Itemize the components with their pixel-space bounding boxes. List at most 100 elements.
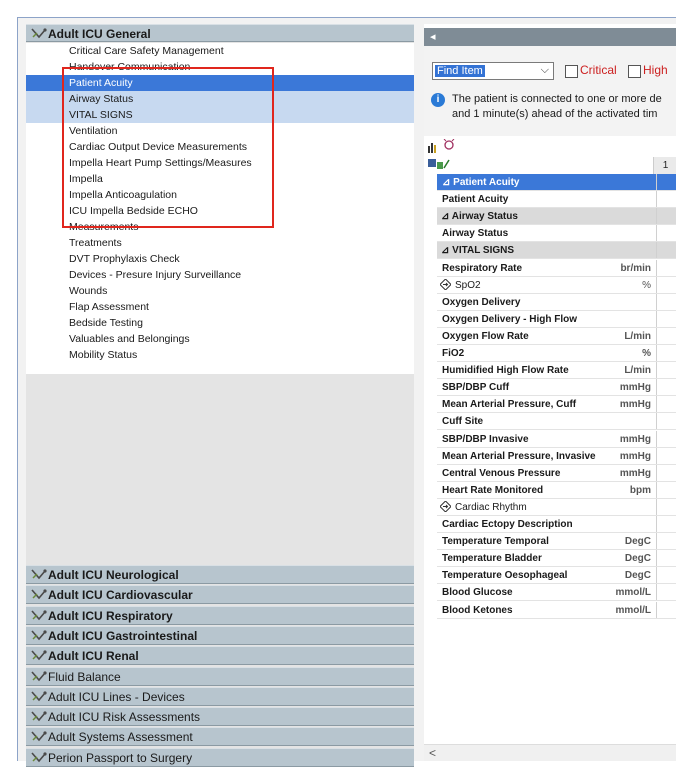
grid-row[interactable]: Cardiac Ectopy Description xyxy=(437,516,676,533)
stethoscope-icon xyxy=(31,629,47,642)
row-label: Oxygen Flow Rate xyxy=(442,330,529,342)
scroll-left-icon[interactable]: ◂ xyxy=(430,30,436,43)
result-cell[interactable] xyxy=(656,225,676,242)
result-cell[interactable] xyxy=(656,259,676,276)
grid-tools-icon[interactable] xyxy=(427,156,457,170)
grid-row[interactable]: SpO2% xyxy=(437,276,676,294)
grid-row[interactable]: Mean Arterial Pressure, Cuff mmHg xyxy=(437,396,676,414)
result-cell[interactable] xyxy=(656,601,676,618)
grid-row[interactable]: Cardiac Rhythm xyxy=(437,498,676,516)
band-item[interactable]: Valuables and Belongings xyxy=(26,331,414,347)
result-cell[interactable] xyxy=(656,208,676,225)
band-item[interactable]: Treatments xyxy=(26,235,414,251)
section-adult-icu-general[interactable]: Adult ICU General xyxy=(26,24,414,42)
result-cell[interactable] xyxy=(656,362,676,379)
section-header[interactable]: Adult ICU Gastrointestinal xyxy=(26,625,414,645)
row-label: Temperature Oesophageal xyxy=(442,570,568,582)
band-item-label: Mobility Status xyxy=(69,349,138,361)
result-cell[interactable] xyxy=(656,481,676,498)
grid-row[interactable]: Blood Ketones mmol/L xyxy=(437,601,676,619)
alert-icon[interactable] xyxy=(442,138,456,150)
band-item[interactable]: Mobility Status xyxy=(26,347,414,363)
grid-group-row[interactable]: ⊿ Airway Status xyxy=(437,208,676,226)
column-header-time[interactable]: 1 xyxy=(653,157,676,174)
stethoscope-icon xyxy=(31,690,47,703)
section-header[interactable]: Adult ICU Cardiovascular xyxy=(26,585,414,605)
section-header[interactable]: Adult ICU Neurological xyxy=(26,565,414,584)
result-cell[interactable] xyxy=(656,533,676,550)
section-header[interactable]: Adult ICU Risk Assessments xyxy=(26,707,414,727)
band-item[interactable]: Devices - Presure Injury Surveillance xyxy=(26,267,414,283)
row-unit: L/min xyxy=(624,365,651,377)
scroll-left-arrow-icon[interactable]: < xyxy=(429,745,436,761)
section-header[interactable]: Fluid Balance xyxy=(26,666,414,686)
result-cell[interactable] xyxy=(656,191,676,208)
result-cell[interactable] xyxy=(656,447,676,464)
stethoscope-icon xyxy=(31,649,47,662)
result-cell[interactable] xyxy=(656,550,676,567)
result-cell[interactable] xyxy=(656,516,676,532)
result-cell[interactable] xyxy=(656,567,676,584)
band-item[interactable]: Bedside Testing xyxy=(26,315,414,331)
row-unit: DegC xyxy=(624,553,651,565)
result-cell[interactable] xyxy=(656,276,676,293)
result-cell[interactable] xyxy=(656,174,676,190)
grid-row[interactable]: ⊿ Patient Acuity xyxy=(437,174,676,191)
high-checkbox[interactable] xyxy=(628,65,641,78)
row-label: Oxygen Delivery xyxy=(442,296,521,308)
grid-group-row[interactable]: ⊿ VITAL SIGNS xyxy=(437,242,676,260)
grid-row[interactable]: Humidified High Flow Rate L/min xyxy=(437,362,676,380)
result-cell[interactable] xyxy=(656,242,676,259)
grid-row[interactable]: Mean Arterial Pressure, Invasive mmHg xyxy=(437,447,676,465)
grid-row[interactable]: Oxygen Flow Rate L/min xyxy=(437,327,676,345)
row-unit: DegC xyxy=(624,570,651,582)
grid-row[interactable]: Respiratory Rate br/min xyxy=(437,259,676,277)
grid-row[interactable]: Oxygen Delivery xyxy=(437,293,676,311)
section-header[interactable]: Adult ICU Renal xyxy=(26,646,414,666)
grid-row[interactable]: FiO2% xyxy=(437,345,676,362)
result-cell[interactable] xyxy=(656,379,676,396)
result-cell[interactable] xyxy=(656,464,676,481)
result-cell[interactable] xyxy=(656,396,676,413)
section-header[interactable]: Adult Systems Assessment xyxy=(26,727,414,747)
result-cell[interactable] xyxy=(656,413,676,430)
stethoscope-icon xyxy=(31,730,47,743)
row-label: Airway Status xyxy=(442,228,509,240)
critical-checkbox[interactable] xyxy=(565,65,578,78)
grid-row[interactable]: Temperature Oesophageal DegC xyxy=(437,567,676,585)
result-cell[interactable] xyxy=(656,327,676,344)
result-cell[interactable] xyxy=(656,345,676,361)
grid-row[interactable]: SBP/DBP Invasive mmHg xyxy=(437,430,676,448)
grid-row[interactable]: Airway Status xyxy=(437,225,676,243)
find-item-dropdown[interactable]: Find Item ⌵ xyxy=(432,62,554,80)
grid-row[interactable]: SBP/DBP Cuff mmHg xyxy=(437,379,676,397)
result-cell[interactable] xyxy=(656,293,676,310)
grid-row[interactable]: Central Venous Pressure mmHg xyxy=(437,464,676,482)
row-unit: % xyxy=(642,279,651,291)
section-header[interactable]: Adult ICU Respiratory xyxy=(26,605,414,625)
band-item[interactable]: Wounds xyxy=(26,283,414,299)
grid-row[interactable]: Heart Rate Monitored bpm xyxy=(437,481,676,499)
chevron-down-icon: ⌵ xyxy=(540,64,549,76)
result-cell[interactable] xyxy=(656,310,676,327)
band-item[interactable]: Critical Care Safety Management xyxy=(26,43,414,59)
section-header[interactable]: Adult ICU Lines - Devices xyxy=(26,686,414,706)
view-toggle-icon[interactable] xyxy=(427,140,441,154)
grid-row[interactable]: Temperature Temporal DegC xyxy=(437,533,676,551)
row-unit: br/min xyxy=(620,262,651,274)
result-cell[interactable] xyxy=(656,584,676,601)
critical-label: Critical xyxy=(580,63,617,77)
grid-row[interactable]: Cuff Site xyxy=(437,413,676,431)
band-item[interactable]: DVT Prophylaxis Check xyxy=(26,251,414,267)
band-item-label: Wounds xyxy=(69,285,108,297)
section-header[interactable]: Perion Passport to Surgery xyxy=(26,747,414,767)
grid-row[interactable]: Temperature Bladder DegC xyxy=(437,550,676,568)
result-cell[interactable] xyxy=(656,498,676,515)
grid-row[interactable]: Oxygen Delivery - High Flow xyxy=(437,310,676,328)
row-label: Mean Arterial Pressure, Cuff xyxy=(442,399,577,411)
grid-row[interactable]: Patient Acuity xyxy=(437,191,676,209)
horizontal-scrollbar[interactable]: < xyxy=(424,744,676,761)
grid-row[interactable]: Blood Glucose mmol/L xyxy=(437,584,676,602)
band-item[interactable]: Flap Assessment xyxy=(26,299,414,315)
result-cell[interactable] xyxy=(656,430,676,447)
